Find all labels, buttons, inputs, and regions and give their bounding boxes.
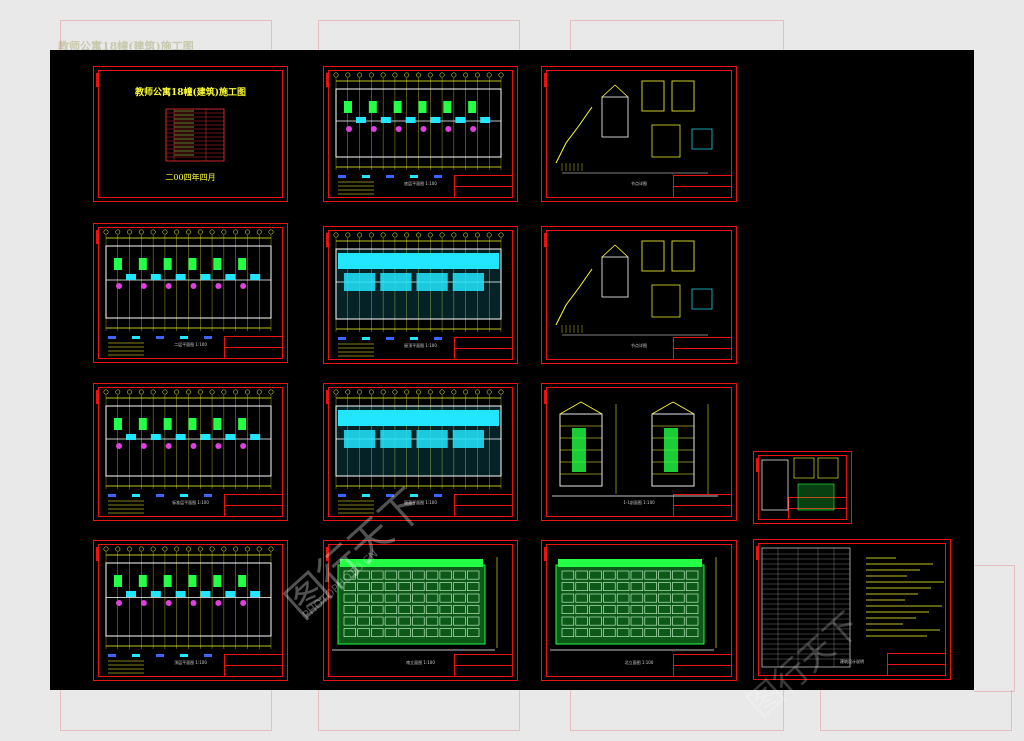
sheet-drawing bbox=[761, 457, 839, 511]
drawing-sheet-3[interactable]: 节点详图 bbox=[541, 66, 737, 202]
sheet-caption: 节点详图 bbox=[631, 181, 647, 186]
cover-date: 二00四年四月 bbox=[165, 173, 216, 182]
cad-canvas[interactable]: 教师公寓18幢(建筑)施工图 二00四年四月 底层平面图 1:100 节点详图 二层平面… bbox=[50, 50, 974, 690]
sheet-caption: 建筑设计说明 bbox=[840, 659, 864, 664]
drawing-sheet-5[interactable]: 屋顶平面图 1:100 bbox=[323, 226, 518, 364]
sheet-caption: 节点详图 bbox=[631, 343, 647, 348]
sheet-caption: 屋顶平面图 1:100 bbox=[404, 343, 437, 348]
cover-title: 教师公寓18幢(建筑)施工图 bbox=[134, 88, 247, 98]
sheet-caption: 二层平面图 1:100 bbox=[174, 342, 207, 347]
sheet-caption: 标准层平面图 1:100 bbox=[172, 500, 209, 505]
sheet-caption: 顶层平面图 1:100 bbox=[174, 660, 207, 665]
drawing-sheet-13[interactable]: 北立面图 1:100 bbox=[541, 540, 737, 681]
drawing-sheet-1[interactable]: 教师公寓18幢(建筑)施工图 二00四年四月 bbox=[93, 66, 288, 202]
drawing-sheet-7[interactable]: 标准层平面图 1:100 bbox=[93, 383, 288, 521]
sheet-caption: 屋面平面图 1:100 bbox=[404, 500, 437, 505]
sheet-caption: 南立面图 1:100 bbox=[406, 660, 435, 665]
drawing-sheet-11[interactable]: 顶层平面图 1:100 bbox=[93, 540, 288, 681]
drawing-sheet-8[interactable]: 屋面平面图 1:100 bbox=[323, 383, 518, 521]
sheet-caption: 底层平面图 1:100 bbox=[404, 181, 437, 186]
drawing-sheet-12[interactable]: 南立面图 1:100 bbox=[323, 540, 518, 681]
sheet-caption: 北立面图 1:100 bbox=[624, 660, 654, 665]
drawing-sheet-2[interactable]: 底层平面图 1:100 bbox=[323, 66, 518, 202]
drawing-sheet-10[interactable] bbox=[753, 451, 852, 524]
drawing-sheet-14[interactable]: 建筑设计说明 bbox=[753, 539, 951, 680]
drawing-sheet-4[interactable]: 二层平面图 1:100 bbox=[93, 223, 288, 363]
sheet-caption: 1-1剖面图 1:100 bbox=[623, 500, 655, 505]
drawing-sheet-6[interactable]: 节点详图 bbox=[541, 226, 737, 364]
drawing-sheet-9[interactable]: 1-1剖面图 1:100 bbox=[541, 383, 737, 521]
